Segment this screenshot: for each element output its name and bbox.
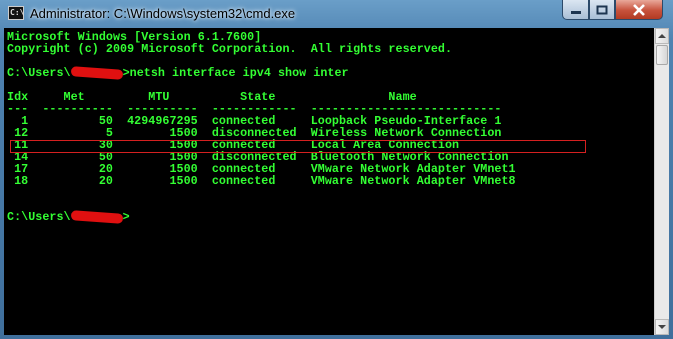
prompt-suffix: > xyxy=(122,210,130,224)
console-line: Copyright (c) 2009 Microsoft Corporation… xyxy=(7,42,453,56)
redaction-mark xyxy=(70,66,123,80)
redaction-mark xyxy=(70,210,123,224)
table-row: 18 20 1500 connected VMware Network Adap… xyxy=(7,174,516,188)
vertical-scrollbar[interactable] xyxy=(654,28,669,335)
console-area[interactable]: Microsoft Windows [Version 6.1.7600] Cop… xyxy=(4,28,654,335)
minimize-button[interactable] xyxy=(562,0,589,20)
close-button[interactable] xyxy=(615,0,663,20)
highlight-box xyxy=(10,140,586,153)
scroll-thumb[interactable] xyxy=(656,45,668,65)
command-line: C:\Users\ >netsh interface ipv4 show inte… xyxy=(7,66,349,80)
maximize-icon xyxy=(596,5,608,14)
scroll-down-button[interactable] xyxy=(655,319,669,335)
prompt-prefix: C:\Users\ xyxy=(7,210,71,224)
cmd-app-icon: C:\ xyxy=(8,6,24,20)
maximize-button[interactable] xyxy=(589,0,615,20)
arrow-down-icon xyxy=(658,325,666,329)
final-prompt: C:\Users\ > xyxy=(7,210,130,224)
close-icon xyxy=(633,3,645,16)
minimize-icon xyxy=(570,10,581,14)
scroll-up-button[interactable] xyxy=(655,28,669,44)
cmd-window: C:\ Administrator: C:\Windows\system32\c… xyxy=(0,0,673,339)
window-title: Administrator: C:\Windows\system32\cmd.e… xyxy=(30,6,296,21)
arrow-up-icon xyxy=(658,34,666,38)
command-text: >netsh interface ipv4 show inter xyxy=(122,66,349,80)
prompt-prefix: C:\Users\ xyxy=(7,66,71,80)
